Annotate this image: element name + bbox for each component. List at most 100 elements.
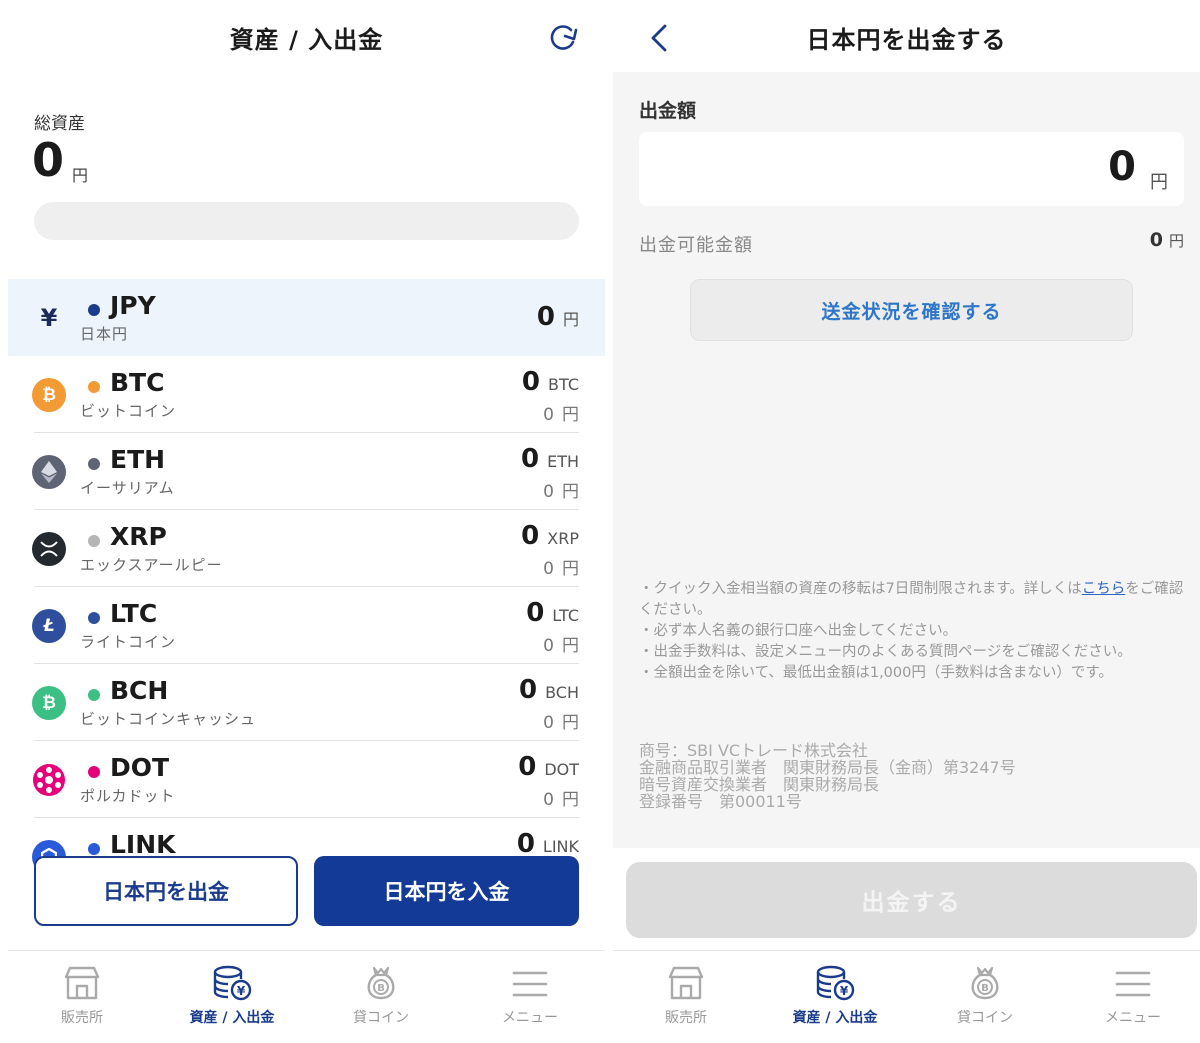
withdraw-submit-button[interactable]: 出金する [626,862,1197,938]
page-title: 資産 / 入出金 [229,26,384,54]
tab-label: メニュー [1105,1010,1161,1026]
details-link[interactable]: こちら [1082,581,1126,597]
asset-amount: 0 DOT [518,752,579,782]
deposit-jpy-button[interactable]: 日本円を入金 [314,856,579,926]
tab-label: 貸コイン [957,1010,1013,1026]
asset-amount: 0 BCH [519,675,579,705]
tab-lending[interactable]: B 貸コイン [925,965,1045,1035]
company-line: 登録番号 第00011号 [639,792,802,811]
asset-amount: 0円 [536,302,579,332]
link-dot [88,843,100,855]
note-item: ・クイック入金相当額の資産の移転は7日間制限されます。詳しくはこちらをご確認くだ… [639,581,1184,618]
tab-label: 貸コイン [353,1010,409,1026]
coins-yen-icon: ¥ [816,965,855,1001]
dot-dot [88,766,100,778]
bch-dot [88,689,100,701]
asset-symbol: ETH [110,445,166,474]
tab-menu[interactable]: メニュー [1073,965,1193,1035]
asset-amount: 0 ETH [520,444,579,474]
xrp-dot [88,535,100,547]
available-amount-label: 出金可能金額 [639,235,753,256]
tab-assets[interactable]: ¥ 資産 / 入出金 [172,965,292,1035]
refresh-button[interactable] [543,18,583,58]
bitcoin-cash-icon: ₿ [32,686,66,720]
asset-amount: 0 XRP [521,521,579,551]
asset-name: ビットコインキャッシュ [80,710,257,728]
company-line: 商号：SBI VCトレード株式会社 [639,741,869,760]
asset-yen-value: 0円 [543,790,579,810]
refresh-icon [550,25,578,50]
page-title: 日本円を出金する [806,26,1007,54]
bitcoin-icon: ₿ [32,378,66,412]
asset-symbol: JPY [110,291,156,320]
assets-header: 資産 / 入出金 [8,0,605,72]
asset-symbol: BTC [110,368,165,397]
withdraw-jpy-button[interactable]: 日本円を出金 [34,856,298,926]
asset-name: ポルカドット [80,787,176,805]
note-item: ・必ず本人名義の銀行口座へ出金してください。 [639,623,958,639]
tab-label: 販売所 [61,1010,103,1026]
asset-row-dot[interactable]: DOT ポルカドット 0 DOT 0円 [8,741,605,818]
assets-screen: 資産 / 入出金 総資産 0 円 ¥ JPY 日本円 0円 ₿ BTC ビットコ… [8,0,605,1043]
asset-yen-value: 0円 [543,713,579,733]
ltc-dot [88,612,100,624]
coin-bag-icon: B [367,966,395,1000]
svg-text:¥: ¥ [237,984,246,998]
asset-symbol: LTC [110,599,158,628]
submit-area: 出金する [613,848,1200,950]
menu-icon [512,971,548,997]
eth-dot [88,458,100,470]
withdraw-notes: ・クイック入金相当額の資産の移転は7日間制限されます。詳しくはこちらをご確認くだ… [639,579,1187,684]
asset-row-bch[interactable]: ₿ BCH ビットコインキャッシュ 0 BCH 0円 [8,664,605,741]
svg-text:B: B [981,983,989,994]
asset-name: ビットコイン [80,402,177,420]
asset-amount: 0 LTC [526,598,579,628]
check-transfer-status-button[interactable]: 送金状況を確認する [690,279,1133,341]
menu-icon [1115,971,1151,997]
asset-allocation-bar [34,202,579,240]
company-line: 金融商品取引業者 関東財務局長（金商）第3247号 [639,758,1016,777]
polkadot-icon [32,763,66,797]
coin-bag-icon: B [971,966,999,1000]
btc-dot [88,381,100,393]
tab-label: 資産 / 入出金 [189,1010,275,1026]
asset-row-btc[interactable]: ₿ BTC ビットコイン 0 BTC 0円 [8,356,605,433]
bottom-tab-bar: 販売所 ¥ 資産 / 入出金 B 貸コイン メニュー [613,950,1200,1043]
asset-row-ltc[interactable]: Ł LTC ライトコイン 0 LTC 0円 [8,587,605,664]
ethereum-icon [32,455,66,489]
tab-label: 資産 / 入出金 [792,1010,878,1026]
shop-icon [64,966,100,1000]
total-assets-value: 0 [32,133,65,187]
asset-name: イーサリアム [80,479,175,497]
asset-amount: 0 BTC [521,367,579,397]
tab-menu[interactable]: メニュー [470,965,590,1035]
tab-shop[interactable]: 販売所 [22,965,142,1035]
tab-label: メニュー [502,1010,558,1026]
shop-icon [668,966,704,1000]
asset-row-xrp[interactable]: XRP エックスアールピー 0 XRP 0円 [8,510,605,587]
litecoin-icon: Ł [32,609,66,643]
company-info: 商号：SBI VCトレード株式会社 金融商品取引業者 関東財務局長（金商）第32… [639,742,1016,810]
tab-label: 販売所 [665,1010,707,1026]
asset-yen-value: 0円 [543,405,579,425]
note-item: ・出金手数料は、設定メニュー内のよくある質問ページをご確認ください。 [639,644,1132,660]
yen-icon: ¥ [40,304,58,332]
asset-yen-value: 0円 [543,636,579,656]
asset-row-jpy[interactable]: ¥ JPY 日本円 0円 [8,279,605,356]
asset-symbol: DOT [110,753,170,782]
tab-lending[interactable]: B 貸コイン [321,965,441,1035]
company-line: 暗号資産交換業者 関東財務局長 [639,775,880,794]
tab-shop[interactable]: 販売所 [626,965,746,1035]
asset-yen-value: 0円 [543,559,579,579]
tab-assets[interactable]: ¥ 資産 / 入出金 [775,965,895,1035]
xrp-icon [32,532,66,566]
withdraw-amount-input[interactable]: 0 円 [639,132,1184,206]
asset-row-eth[interactable]: ETH イーサリアム 0 ETH 0円 [8,433,605,510]
withdraw-header: 日本円を出金する [613,0,1200,72]
bottom-tab-bar: 販売所 ¥ 資産 / 入出金 B 貸コイン メニュー [8,950,605,1043]
withdraw-amount-unit: 円 [1150,172,1168,193]
asset-symbol: BCH [110,676,169,705]
asset-name: エックスアールピー [80,556,223,574]
svg-text:¥: ¥ [840,984,849,998]
asset-symbol: XRP [110,522,167,551]
